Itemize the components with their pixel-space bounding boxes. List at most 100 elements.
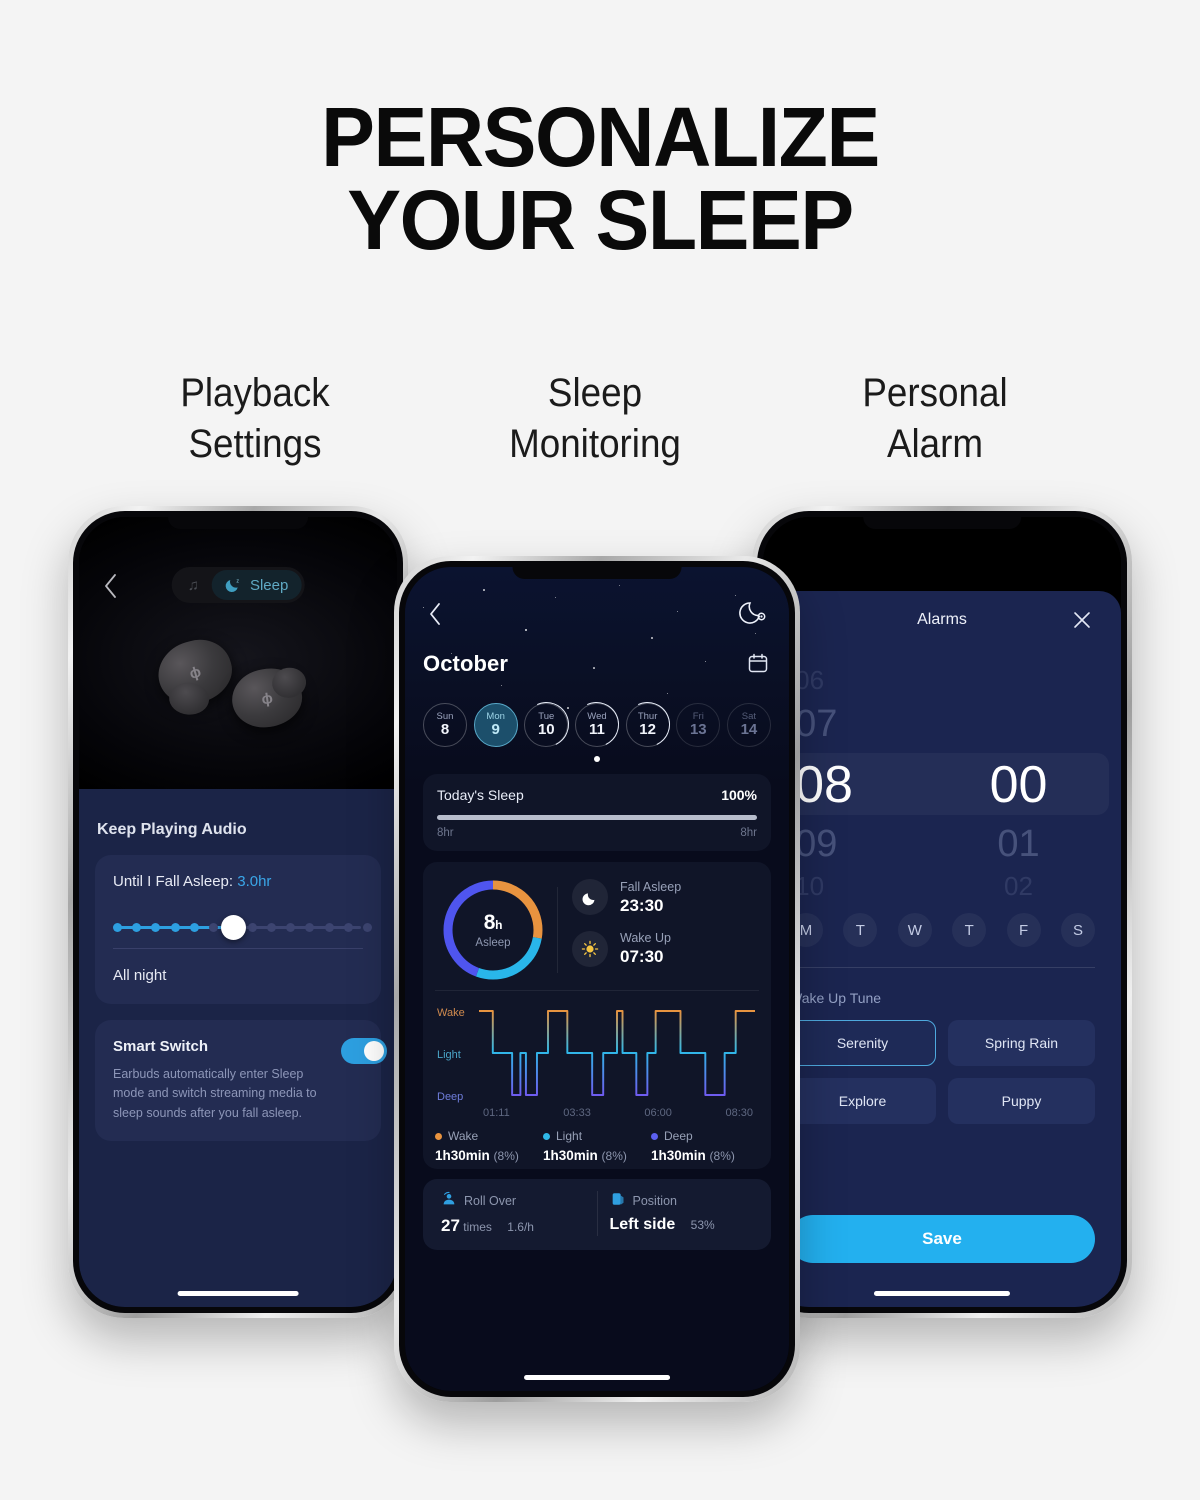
sun-icon: [572, 930, 608, 967]
sleep-timer-card: Until I Fall Asleep: 3.0hr All night: [95, 855, 381, 1004]
position-value: Left side: [609, 1216, 676, 1233]
tune-option-serenity[interactable]: Serenity: [789, 1020, 936, 1066]
date-8[interactable]: Sun 8: [423, 703, 467, 747]
date-12[interactable]: Thur 12: [625, 703, 670, 747]
wake-up-tune-grid[interactable]: Serenity Spring Rain Explore Puppy: [789, 1020, 1095, 1124]
date-9[interactable]: Mon 9: [473, 703, 518, 747]
repeat-day-5[interactable]: S: [1060, 913, 1095, 947]
chevron-left-icon[interactable]: [425, 601, 445, 627]
minute-column[interactable]: 00 01 02: [942, 655, 1095, 902]
moon-settings-icon[interactable]: [739, 597, 769, 627]
hour-column[interactable]: 06 07 08 09 10: [795, 655, 948, 902]
roll-over-label: Roll Over: [464, 1193, 517, 1208]
x-tick-0: 01:11: [483, 1107, 510, 1119]
sleep-donut-chart: 8h Asleep: [439, 876, 547, 984]
fall-asleep-label: Fall Asleep: [620, 879, 682, 894]
home-indicator: [524, 1375, 670, 1380]
music-note-icon: ♫: [187, 576, 199, 594]
feature-label-line-2: Monitoring: [509, 422, 681, 467]
smart-switch-toggle[interactable]: [341, 1038, 387, 1064]
until-i-fall-asleep-row[interactable]: Until I Fall Asleep: 3.0hr: [113, 873, 363, 890]
sleep-duration: 8h: [483, 911, 503, 934]
date-number: 10: [537, 721, 555, 739]
earbuds-image: ɸ ɸ: [148, 632, 328, 745]
brand-logo-icon: ɸ: [187, 663, 204, 683]
legend-name: Deep: [664, 1129, 693, 1143]
minute-option[interactable]: 02: [942, 871, 1095, 902]
date-weekday: Thur: [637, 710, 658, 722]
month-row: October: [423, 651, 771, 691]
legend-item-wake: Wake 1h30min (8%): [435, 1129, 543, 1163]
until-i-fall-asleep-label: Until I Fall Asleep:: [113, 873, 234, 890]
chart-x-axis: 01:11 03:33 06:00 08:30: [435, 1107, 759, 1119]
slider-knob[interactable]: [221, 915, 246, 940]
slider-tick: [189, 923, 199, 932]
legend-item-light: Light 1h30min (8%): [543, 1129, 651, 1163]
date-14[interactable]: Sat 14: [726, 703, 771, 747]
wake-up-row: Wake Up 07:30: [572, 930, 759, 968]
feature-label-sleep-monitoring: Sleep Monitoring: [443, 368, 747, 470]
chevron-left-icon[interactable]: [99, 571, 123, 601]
roll-over-rate: 1.6/h: [507, 1220, 534, 1234]
tune-option-explore[interactable]: Explore: [789, 1078, 936, 1124]
legend-name: Light: [556, 1129, 583, 1143]
slider-tick: [209, 923, 219, 932]
slider-tick: [343, 923, 353, 932]
save-button[interactable]: Save: [789, 1215, 1095, 1263]
svg-text:z: z: [237, 578, 240, 584]
date-number: 8: [440, 721, 450, 739]
date-number: 14: [740, 721, 758, 739]
hour-selected[interactable]: 08: [795, 755, 948, 815]
hour-option[interactable]: 09: [795, 823, 948, 866]
repeat-day-3[interactable]: T: [952, 913, 987, 947]
x-tick-2: 06:00: [644, 1107, 672, 1119]
date-strip[interactable]: Sun 8 Mon 9 Tue 10 Wed 11 Thur 12 Fri 13 Sat 14: [423, 703, 771, 747]
todays-sleep-actual: 8hr: [437, 827, 454, 839]
segment-music[interactable]: ♫: [175, 570, 212, 600]
slider-tick: [324, 923, 334, 932]
axis-label-wake: Wake: [437, 1007, 465, 1019]
close-icon[interactable]: [1071, 609, 1093, 631]
repeat-day-1[interactable]: T: [843, 913, 878, 947]
todays-sleep-percent: 100%: [721, 787, 757, 803]
legend-dot-icon: [435, 1132, 442, 1140]
alarms-header: Alarms: [789, 591, 1095, 649]
x-tick-3: 08:30: [725, 1107, 753, 1119]
hour-option[interactable]: 07: [795, 703, 948, 746]
sleep-stage-legend: Wake 1h30min (8%) Light 1h30min (8%) Deep 1h3…: [435, 1129, 759, 1169]
position-metric: Position Left side 53%: [596, 1191, 766, 1236]
feature-label-personal-alarm: Personal Alarm: [783, 368, 1087, 470]
mode-segmented-control[interactable]: ♫ z Sleep: [171, 567, 305, 603]
home-indicator: [177, 1291, 299, 1296]
hour-option[interactable]: 06: [795, 665, 948, 696]
sleep-duration-caption: Asleep: [475, 937, 511, 949]
minute-option[interactable]: 01: [942, 823, 1095, 866]
calendar-icon[interactable]: [747, 652, 769, 674]
tune-option-spring-rain[interactable]: Spring Rain: [948, 1020, 1095, 1066]
legend-dot-icon: [651, 1132, 658, 1140]
product-hero: ♫ z Sleep ɸ ɸ: [79, 517, 397, 789]
legend-value: 1h30min (8%): [651, 1148, 735, 1163]
all-night-option[interactable]: All night: [113, 949, 363, 1004]
position-icon: [610, 1191, 626, 1210]
date-13[interactable]: Fri 13: [676, 703, 721, 747]
repeat-day-4[interactable]: F: [1006, 913, 1041, 947]
date-weekday: Wed: [587, 710, 607, 722]
date-11[interactable]: Wed 11: [574, 703, 619, 747]
headline-line-1: PERSONALIZE: [321, 90, 880, 184]
phone-notch: [168, 517, 308, 529]
hour-option[interactable]: 10: [795, 871, 948, 902]
wake-up-label: Wake Up: [620, 931, 671, 945]
playback-settings-body: Keep Playing Audio Until I Fall Asleep: …: [79, 789, 397, 1307]
date-10[interactable]: Tue 10: [524, 703, 569, 747]
minute-selected[interactable]: 00: [942, 755, 1095, 815]
roll-over-metric: Roll Over 27 times 1.6/h: [429, 1191, 597, 1236]
sleep-timer-slider[interactable]: [113, 910, 372, 944]
repeat-day-2[interactable]: W: [897, 913, 932, 947]
time-picker[interactable]: 06 07 08 09 10 00 01 02: [775, 655, 1109, 902]
repeat-days-row[interactable]: MTWTFS: [789, 913, 1095, 947]
feature-label-line-1: Playback: [180, 371, 330, 415]
tune-option-puppy[interactable]: Puppy: [948, 1078, 1095, 1124]
segment-sleep[interactable]: z Sleep: [211, 570, 302, 600]
slider-tick: [363, 923, 372, 932]
